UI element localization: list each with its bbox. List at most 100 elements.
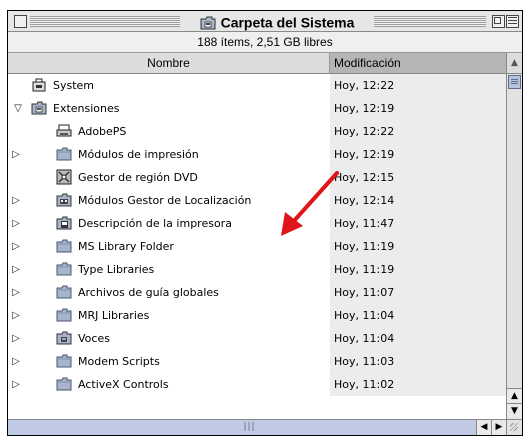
printer-folder-icon[interactable] [56, 215, 72, 231]
disclosure-triangle-collapsed-icon[interactable]: ▷ [10, 189, 22, 212]
vertical-scroll-thumb[interactable] [508, 75, 521, 89]
folder-icon[interactable] [56, 284, 72, 300]
location-folder-icon[interactable] [56, 192, 72, 208]
item-modified-date: Hoy, 11:03 [330, 350, 506, 373]
finder-window: Carpeta del Sistema 188 ítems, 2,51 GB l… [7, 10, 523, 436]
item-modified-date: Hoy, 11:19 [330, 235, 506, 258]
info-bar: 188 ítems, 2,51 GB libres [8, 32, 522, 53]
name-cell[interactable]: System [8, 74, 330, 97]
title-stripes-left [30, 16, 180, 27]
folder-icon[interactable] [56, 238, 72, 254]
name-cell[interactable]: ▷ Descripción de la impresora [8, 212, 330, 235]
name-cell[interactable]: ▷ Voces [8, 327, 330, 350]
item-name: Módulos Gestor de Localización [78, 194, 252, 207]
window-title-text: Carpeta del Sistema [220, 14, 355, 31]
name-cell[interactable]: AdobePS [8, 120, 330, 143]
item-modified-date: Hoy, 11:04 [330, 327, 506, 350]
list-item[interactable]: ▷ Modem Scripts Hoy, 11:03 [8, 350, 506, 373]
name-cell[interactable]: ▷ Módulos de impresión [8, 143, 330, 166]
column-header: Nombre Modificación [8, 53, 506, 74]
dvd-extension-icon[interactable] [56, 169, 72, 185]
list-item[interactable]: ▷ Archivos de guía globales Hoy, 11:07 [8, 281, 506, 304]
printer-driver-icon[interactable] [56, 123, 72, 139]
item-name: MS Library Folder [78, 240, 174, 253]
resize-grow-box[interactable] [506, 419, 522, 435]
list-item[interactable]: ▽ Extensiones Hoy, 12:19 [8, 97, 506, 120]
list-item[interactable]: System Hoy, 12:22 [8, 74, 506, 97]
disclosure-triangle-collapsed-icon[interactable]: ▷ [10, 143, 22, 166]
title-bar[interactable]: Carpeta del Sistema [8, 11, 522, 32]
folder-icon[interactable] [56, 261, 72, 277]
disclosure-triangle-collapsed-icon[interactable]: ▷ [10, 327, 22, 350]
disclosure-triangle-collapsed-icon[interactable]: ▷ [10, 350, 22, 373]
item-name: Type Libraries [78, 263, 155, 276]
list-item[interactable]: ▷ Type Libraries Hoy, 11:19 [8, 258, 506, 281]
list-item[interactable]: Gestor de región DVD Hoy, 12:15 [8, 166, 506, 189]
disclosure-triangle-collapsed-icon[interactable]: ▷ [10, 304, 22, 327]
name-cell[interactable]: ▷ Archivos de guía globales [8, 281, 330, 304]
item-modified-date: Hoy, 11:19 [330, 258, 506, 281]
window-title: Carpeta del Sistema [183, 12, 371, 31]
item-name: Descripción de la impresora [78, 217, 232, 230]
folder-icon[interactable] [56, 146, 72, 162]
disclosure-triangle-collapsed-icon[interactable]: ▷ [10, 258, 22, 281]
list-item[interactable]: ▷ MRJ Libraries Hoy, 11:04 [8, 304, 506, 327]
item-name: AdobePS [78, 125, 127, 138]
voices-folder-icon[interactable] [56, 330, 72, 346]
system-suitcase-icon[interactable] [31, 77, 47, 93]
item-name: System [53, 79, 95, 92]
title-stripes-right [374, 16, 486, 27]
name-cell[interactable]: ▽ Extensiones [8, 97, 330, 120]
item-name: Gestor de región DVD [78, 171, 198, 184]
list-item[interactable]: ▷ MS Library Folder Hoy, 11:19 [8, 235, 506, 258]
scroll-down-arrow[interactable]: ▼ [507, 403, 522, 418]
collapse-box[interactable] [506, 15, 519, 28]
name-cell[interactable]: ▷ Modem Scripts [8, 350, 330, 373]
folder-icon[interactable] [56, 353, 72, 369]
item-name: MRJ Libraries [78, 309, 150, 322]
extensions-folder-icon[interactable] [31, 100, 47, 116]
close-box[interactable] [14, 15, 27, 28]
item-name: Módulos de impresión [78, 148, 199, 161]
list-item[interactable]: AdobePS Hoy, 12:22 [8, 120, 506, 143]
name-cell[interactable]: ▷ Type Libraries [8, 258, 330, 281]
horizontal-scroll-thumb[interactable]: ||| [8, 420, 491, 435]
column-header-name[interactable]: Nombre [8, 53, 330, 73]
item-modified-date: Hoy, 12:15 [330, 166, 506, 189]
name-cell[interactable]: ▷ ActiveX Controls [8, 373, 330, 396]
name-cell[interactable]: ▷ Módulos Gestor de Localización [8, 189, 330, 212]
scroll-left-arrow[interactable]: ◀ [476, 419, 491, 435]
list-item[interactable]: ▷ Voces Hoy, 11:04 [8, 327, 506, 350]
folder-icon[interactable] [56, 376, 72, 392]
file-list: System Hoy, 12:22 ▽ Extensiones Hoy, 12:19 Ad… [8, 74, 506, 419]
system-folder-icon [200, 16, 216, 29]
disclosure-triangle-expanded-icon[interactable]: ▽ [12, 97, 24, 120]
list-item[interactable]: ▷ Módulos Gestor de Localización Hoy, 12:1… [8, 189, 506, 212]
scroll-up-arrow[interactable]: ▲ [507, 388, 522, 403]
list-item[interactable]: ▷ ActiveX Controls Hoy, 11:02 [8, 373, 506, 396]
column-header-modified[interactable]: Modificación [330, 53, 506, 73]
list-item[interactable]: ▷ Descripción de la impresora Hoy, 11:47 [8, 212, 506, 235]
list-item[interactable]: ▷ Módulos de impresión Hoy, 12:19 [8, 143, 506, 166]
name-cell[interactable]: ▷ MS Library Folder [8, 235, 330, 258]
item-modified-date: Hoy, 12:19 [330, 143, 506, 166]
item-modified-date: Hoy, 11:02 [330, 373, 506, 396]
name-cell[interactable]: ▷ MRJ Libraries [8, 304, 330, 327]
zoom-box[interactable] [492, 15, 505, 28]
scroll-right-arrow[interactable]: ▶ [491, 419, 506, 435]
item-modified-date: Hoy, 11:47 [330, 212, 506, 235]
disclosure-triangle-collapsed-icon[interactable]: ▷ [10, 235, 22, 258]
item-modified-date: Hoy, 11:07 [330, 281, 506, 304]
vertical-scrollbar[interactable]: ▲ ▼ [506, 74, 522, 419]
folder-icon[interactable] [56, 307, 72, 323]
disclosure-triangle-collapsed-icon[interactable]: ▷ [10, 212, 22, 235]
sort-direction-button[interactable]: ▲ [506, 53, 522, 74]
name-cell[interactable]: Gestor de región DVD [8, 166, 330, 189]
disclosure-triangle-collapsed-icon[interactable]: ▷ [10, 281, 22, 304]
item-name: Modem Scripts [78, 355, 160, 368]
item-name: Voces [78, 332, 110, 345]
horizontal-scrollbar[interactable]: ||| [8, 419, 491, 435]
disclosure-triangle-collapsed-icon[interactable]: ▷ [10, 373, 22, 396]
item-name: ActiveX Controls [78, 378, 169, 391]
item-modified-date: Hoy, 11:04 [330, 304, 506, 327]
